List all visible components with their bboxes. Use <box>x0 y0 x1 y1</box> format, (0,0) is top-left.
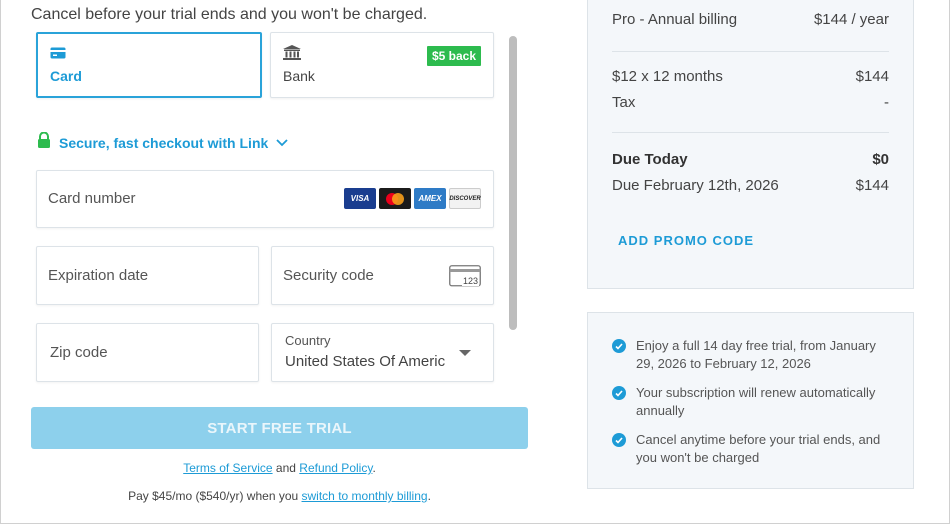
card-brands: VISA AMEX DISCOVER <box>344 188 481 209</box>
legal-period: . <box>372 461 376 475</box>
switch-to-monthly-link[interactable]: switch to monthly billing <box>302 489 428 503</box>
bank-icon <box>283 45 301 66</box>
legal-links: Terms of Service and Refund Policy. <box>31 461 528 475</box>
line-item-value: $144 <box>855 68 889 85</box>
refund-policy-link[interactable]: Refund Policy <box>299 461 372 475</box>
chevron-down-icon <box>276 134 288 152</box>
payment-tab-bank-label: Bank <box>283 68 315 84</box>
legal-and-text: and <box>275 461 296 475</box>
dropdown-caret-icon <box>459 350 471 356</box>
due-today-label: Due Today <box>612 151 688 168</box>
discover-icon: DISCOVER <box>449 188 481 209</box>
form-scrollbar[interactable] <box>509 36 517 330</box>
link-checkout-label: Secure, fast checkout with Link <box>59 134 269 151</box>
country-value: United States Of Americ <box>285 353 446 370</box>
check-circle-icon <box>612 386 626 400</box>
due-later-row: Due February 12th, 2026 $144 <box>612 177 889 194</box>
credit-card-icon <box>50 46 66 64</box>
mastercard-icon <box>379 188 411 209</box>
summary-divider <box>612 51 889 52</box>
link-checkout-toggle[interactable]: Secure, fast checkout with Link <box>37 131 288 153</box>
payment-tab-card[interactable]: Card <box>36 32 262 98</box>
tax-value: - <box>884 94 889 111</box>
zip-placeholder: Zip code <box>50 344 108 361</box>
summary-divider <box>612 132 889 133</box>
security-code-field[interactable]: Security code 123 <box>271 246 494 305</box>
country-label: Country <box>285 333 331 348</box>
monthly-period: . <box>427 489 431 503</box>
benefit-item: Enjoy a full 14 day free trial, from Jan… <box>612 337 892 373</box>
due-later-label: Due February 12th, 2026 <box>612 177 779 194</box>
country-select[interactable]: Country United States Of Americ <box>271 323 494 382</box>
monthly-billing-note: Pay $45/mo ($540/yr) when you switch to … <box>31 489 528 503</box>
order-summary-panel: Pro - Annual billing $144 / year $12 x 1… <box>587 0 914 289</box>
benefit-text: Enjoy a full 14 day free trial, from Jan… <box>636 338 876 371</box>
check-circle-icon <box>612 339 626 353</box>
visa-icon: VISA <box>344 188 376 209</box>
benefit-item: Your subscription will renew automatical… <box>612 384 892 420</box>
plan-label: Pro - Annual billing <box>612 11 738 28</box>
line-item-row: $12 x 12 months $144 <box>612 68 889 85</box>
trial-notice: Cancel before your trial ends and you wo… <box>31 6 428 23</box>
benefit-text: Your subscription will renew automatical… <box>636 385 876 418</box>
add-promo-code-link[interactable]: ADD PROMO CODE <box>618 233 754 248</box>
cvc-icon-digits: 123 <box>461 276 479 286</box>
security-placeholder: Security code <box>283 267 374 284</box>
cvc-icon: 123 <box>449 265 481 294</box>
due-later-value: $144 <box>855 177 889 194</box>
monthly-price-text: Pay $45/mo ($540/yr) when you <box>128 489 299 503</box>
zip-code-field[interactable]: Zip code <box>36 323 259 382</box>
lock-icon <box>37 131 51 153</box>
line-item-label: $12 x 12 months <box>612 68 723 85</box>
payment-tab-bank[interactable]: Bank $5 back <box>270 32 494 98</box>
card-number-field[interactable]: Card number VISA AMEX DISCOVER <box>36 170 494 228</box>
tax-row: Tax - <box>612 94 889 111</box>
tax-label: Tax <box>612 94 636 111</box>
benefit-item: Cancel anytime before your trial ends, a… <box>612 431 892 467</box>
expiration-date-field[interactable]: Expiration date <box>36 246 259 305</box>
start-free-trial-button[interactable]: START FREE TRIAL <box>31 407 528 449</box>
check-circle-icon <box>612 433 626 447</box>
due-today-row: Due Today $0 <box>612 151 889 168</box>
trial-benefits-panel: Enjoy a full 14 day free trial, from Jan… <box>587 312 914 489</box>
benefit-text: Cancel anytime before your trial ends, a… <box>636 432 881 465</box>
payment-tab-card-label: Card <box>50 68 82 84</box>
due-today-value: $0 <box>872 151 889 168</box>
expiration-placeholder: Expiration date <box>48 267 149 284</box>
amex-icon: AMEX <box>414 188 446 209</box>
plan-row: Pro - Annual billing $144 / year <box>612 11 889 28</box>
cashback-badge: $5 back <box>426 46 481 66</box>
terms-of-service-link[interactable]: Terms of Service <box>183 461 272 475</box>
card-number-placeholder: Card number <box>48 190 136 207</box>
plan-price: $144 / year <box>813 11 889 28</box>
